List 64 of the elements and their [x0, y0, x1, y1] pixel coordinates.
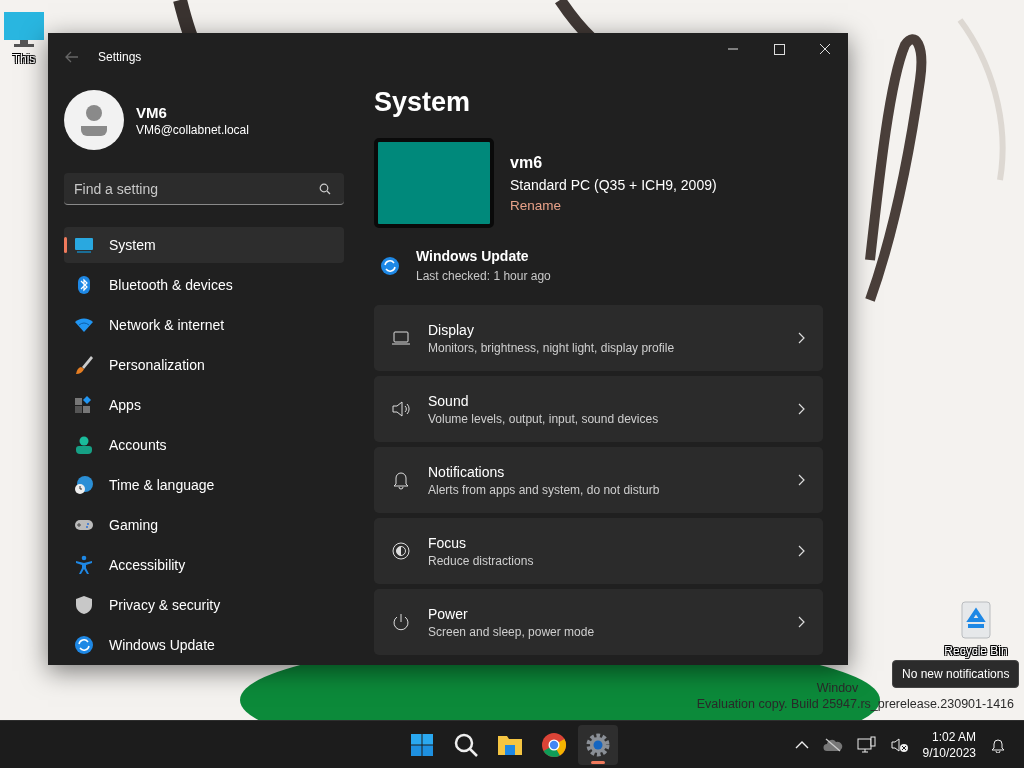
search-icon[interactable] [319, 183, 331, 195]
shield-icon [74, 595, 94, 615]
cloud-off-icon[interactable] [822, 737, 843, 752]
accessibility-icon [74, 555, 94, 575]
nav-item[interactable]: Time & language [64, 467, 344, 503]
person-icon [74, 435, 94, 455]
settings-card[interactable]: Power Screen and sleep, power mode [374, 589, 823, 655]
apps-icon [74, 395, 94, 415]
network-icon[interactable] [856, 735, 877, 754]
focus-icon [391, 541, 411, 561]
nav-item[interactable]: Gaming [64, 507, 344, 543]
user-email: VM6@collabnet.local [136, 122, 249, 137]
chevron-right-icon [797, 545, 805, 557]
nav-item[interactable]: Accessibility [64, 547, 344, 583]
refresh-icon [380, 255, 400, 276]
page-heading: System [374, 87, 472, 118]
settings-card[interactable]: Notifications Alerts from apps and system, do not disturb [374, 447, 823, 513]
chevron-right-icon [797, 616, 805, 628]
search-field[interactable]: Find a setting [64, 173, 344, 205]
nav-item[interactable]: Network & internet [64, 307, 344, 343]
rename-link[interactable]: Rename [510, 197, 717, 213]
chevron-up-icon[interactable] [794, 739, 809, 750]
desktop-icon-label[interactable]: Recycle Bin [944, 644, 1008, 658]
monitor-icon [74, 235, 94, 255]
settings-card[interactable]: Focus Reduce distractions [374, 518, 823, 584]
paintbrush-icon [74, 355, 94, 375]
nav-item[interactable]: Bluetooth & devices [64, 267, 344, 303]
device-model: Standard PC (Q35 + ICH9, 2009) [510, 176, 717, 193]
tooltip: No new notifications [892, 660, 1020, 688]
gear-icon [585, 732, 611, 758]
monitor-icon[interactable] [2, 10, 46, 50]
avatar-icon[interactable] [64, 90, 124, 150]
user-name: VM6 [136, 103, 168, 121]
nav-item[interactable]: Personalization [64, 347, 344, 383]
watermark-text: Windov [816, 680, 859, 696]
speaker-muted-icon[interactable] [890, 736, 909, 753]
speaker-icon [391, 399, 411, 419]
settings-card[interactable]: Sound Volume levels, output, input, sound devices [374, 376, 823, 442]
refresh-icon [74, 635, 94, 655]
selection-indicator [64, 237, 67, 253]
search-icon [453, 732, 479, 758]
windows-logo-icon [409, 732, 435, 758]
bell-icon[interactable] [990, 736, 1006, 753]
update-title[interactable]: Windows Update [416, 248, 551, 264]
chevron-right-icon [797, 403, 805, 415]
browser-icon [541, 732, 567, 758]
power-icon [391, 612, 411, 632]
active-indicator [591, 761, 605, 764]
window-title: Settings [98, 50, 142, 64]
nav-item[interactable]: Apps [64, 387, 344, 423]
nav-item[interactable]: Windows Update [64, 627, 344, 663]
settings-card[interactable]: Display Monitors, brightness, night light, display profile [374, 305, 823, 371]
update-status: Last checked: 1 hour ago [416, 269, 551, 283]
chevron-right-icon [797, 332, 805, 344]
device-name: vm6 [510, 153, 544, 172]
desktop-icon-label[interactable]: This [12, 52, 36, 66]
nav-item[interactable]: System [64, 227, 344, 263]
clock[interactable]: 1:02 AM 9/10/2023 [922, 728, 976, 761]
nav-item[interactable]: Accounts [64, 427, 344, 463]
nav-item[interactable]: Privacy & security [64, 587, 344, 623]
bell-icon [391, 470, 411, 490]
chevron-right-icon [797, 474, 805, 486]
laptop-icon [391, 328, 411, 348]
globe-clock-icon [74, 475, 94, 495]
